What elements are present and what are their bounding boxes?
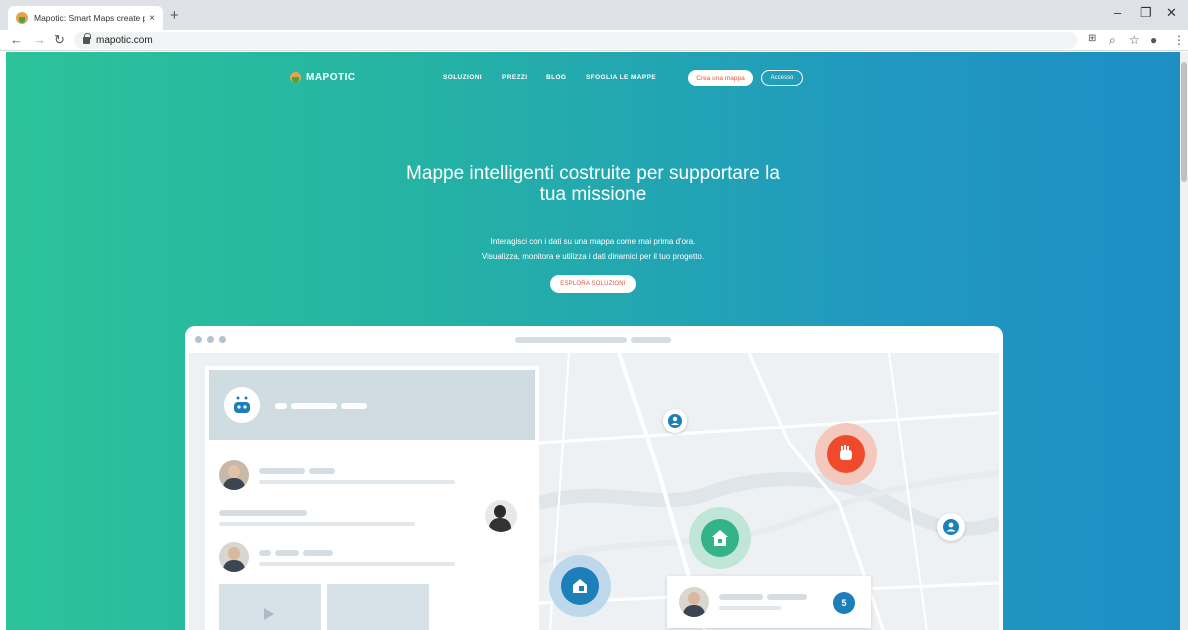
mockup-address-placeholder	[515, 337, 627, 343]
house-icon	[712, 530, 728, 546]
hero-subtitle: Interagisci con i dati su una mappa come…	[393, 234, 793, 264]
address-bar[interactable]: mapotic.com	[74, 32, 1077, 49]
notification-card: 5	[667, 576, 871, 628]
browser-toolbar: ← → ↻ mapotic.com ⊞ ⌕ ☆ ● ⋮	[0, 30, 1188, 51]
text-placeholder	[719, 606, 781, 610]
mockup-address-placeholder	[631, 337, 671, 343]
close-window-button[interactable]: ✕	[1166, 5, 1177, 21]
reload-icon[interactable]: ↻	[54, 32, 65, 48]
nav-blog[interactable]: BLOG	[546, 74, 566, 81]
login-button[interactable]: Accesso	[761, 70, 803, 86]
building-icon	[573, 579, 587, 593]
site-favicon-icon	[16, 12, 28, 24]
mockup-dot-icon	[207, 336, 214, 343]
app-mockup-illustration: 5	[185, 326, 1003, 630]
minimize-button[interactable]: –	[1114, 5, 1121, 20]
user-avatar	[219, 542, 249, 572]
panel-header	[209, 370, 535, 440]
volunteer-hand-marker-icon	[815, 423, 877, 485]
mockup-dot-icon	[219, 336, 226, 343]
text-placeholder	[219, 510, 307, 516]
address-url: mapotic.com	[96, 35, 153, 46]
lock-icon	[83, 33, 91, 44]
panel-title-placeholder	[291, 403, 337, 409]
map-area: 5	[189, 353, 999, 630]
image-thumbnail	[327, 584, 429, 630]
panel-title-placeholder	[341, 403, 367, 409]
bookmark-star-icon[interactable]: ☆	[1129, 33, 1140, 47]
play-icon	[264, 608, 274, 620]
text-placeholder	[309, 468, 335, 474]
user-avatar	[679, 587, 709, 617]
new-tab-button[interactable]: +	[170, 7, 179, 24]
mapotic-logo-icon	[290, 72, 301, 83]
text-placeholder	[219, 522, 415, 526]
nav-sfoglia-le-mappe[interactable]: SFOGLIA LE MAPPE	[586, 74, 656, 81]
text-placeholder	[719, 594, 763, 600]
text-placeholder	[259, 562, 455, 566]
text-placeholder	[259, 550, 271, 556]
building-marker-icon	[549, 555, 611, 617]
browser-tab-bar: Mapotic: Smart Maps create per × + – ❐ ✕	[0, 0, 1188, 30]
hand-icon	[840, 445, 852, 460]
hero-subtitle-line-1: Interagisci con i dati su una mappa come…	[490, 237, 696, 246]
text-placeholder	[259, 480, 455, 484]
tab-title: Mapotic: Smart Maps create per	[34, 13, 146, 23]
person-marker-icon	[937, 513, 965, 541]
nav-soluzioni[interactable]: SOLUZIONI	[443, 74, 482, 81]
text-placeholder	[767, 594, 807, 600]
logo-text: MAPOTIC	[306, 72, 356, 83]
shelter-marker-icon	[689, 507, 751, 569]
mockup-side-panel	[205, 366, 539, 630]
chat-count-badge: 5	[833, 592, 855, 614]
text-placeholder	[259, 468, 305, 474]
browser-tab[interactable]: Mapotic: Smart Maps create per ×	[8, 6, 163, 30]
hero-subtitle-line-2: Visualizza, monitora e utilizza i dati d…	[481, 252, 705, 261]
zoom-icon[interactable]: ⌕	[1109, 33, 1116, 48]
text-placeholder	[275, 550, 299, 556]
site-navbar: MAPOTIC SOLUZIONI PREZZI BLOG SFOGLIA LE…	[6, 70, 1180, 90]
page-viewport: MAPOTIC SOLUZIONI PREZZI BLOG SFOGLIA LE…	[6, 52, 1180, 630]
create-map-button[interactable]: Crea una mappa	[688, 70, 753, 86]
menu-dots-icon[interactable]: ⋮	[1173, 33, 1185, 47]
translate-icon[interactable]: ⊞	[1088, 33, 1096, 44]
text-placeholder	[303, 550, 333, 556]
profile-icon[interactable]: ●	[1150, 33, 1157, 47]
robot-icon	[224, 387, 260, 423]
nav-prezzi[interactable]: PREZZI	[502, 74, 528, 81]
mockup-dot-icon	[195, 336, 202, 343]
hero-title: Mappe intelligenti costruite per support…	[406, 163, 780, 205]
back-arrow-icon[interactable]: ←	[10, 32, 23, 47]
site-logo[interactable]: MAPOTIC	[290, 72, 356, 83]
restore-button[interactable]: ❐	[1140, 5, 1152, 21]
video-thumbnail	[219, 584, 321, 630]
panel-title-placeholder	[275, 403, 287, 409]
scrollbar-thumb[interactable]	[1181, 62, 1187, 182]
user-avatar	[485, 500, 517, 532]
user-avatar	[219, 460, 249, 490]
tab-close-icon[interactable]: ×	[149, 13, 155, 24]
forward-arrow-icon[interactable]: →	[33, 32, 46, 47]
explore-solutions-button[interactable]: ESPLORA SOLUZIONI	[550, 275, 636, 293]
person-marker-icon	[663, 409, 687, 433]
page-scrollbar[interactable]	[1180, 52, 1188, 630]
